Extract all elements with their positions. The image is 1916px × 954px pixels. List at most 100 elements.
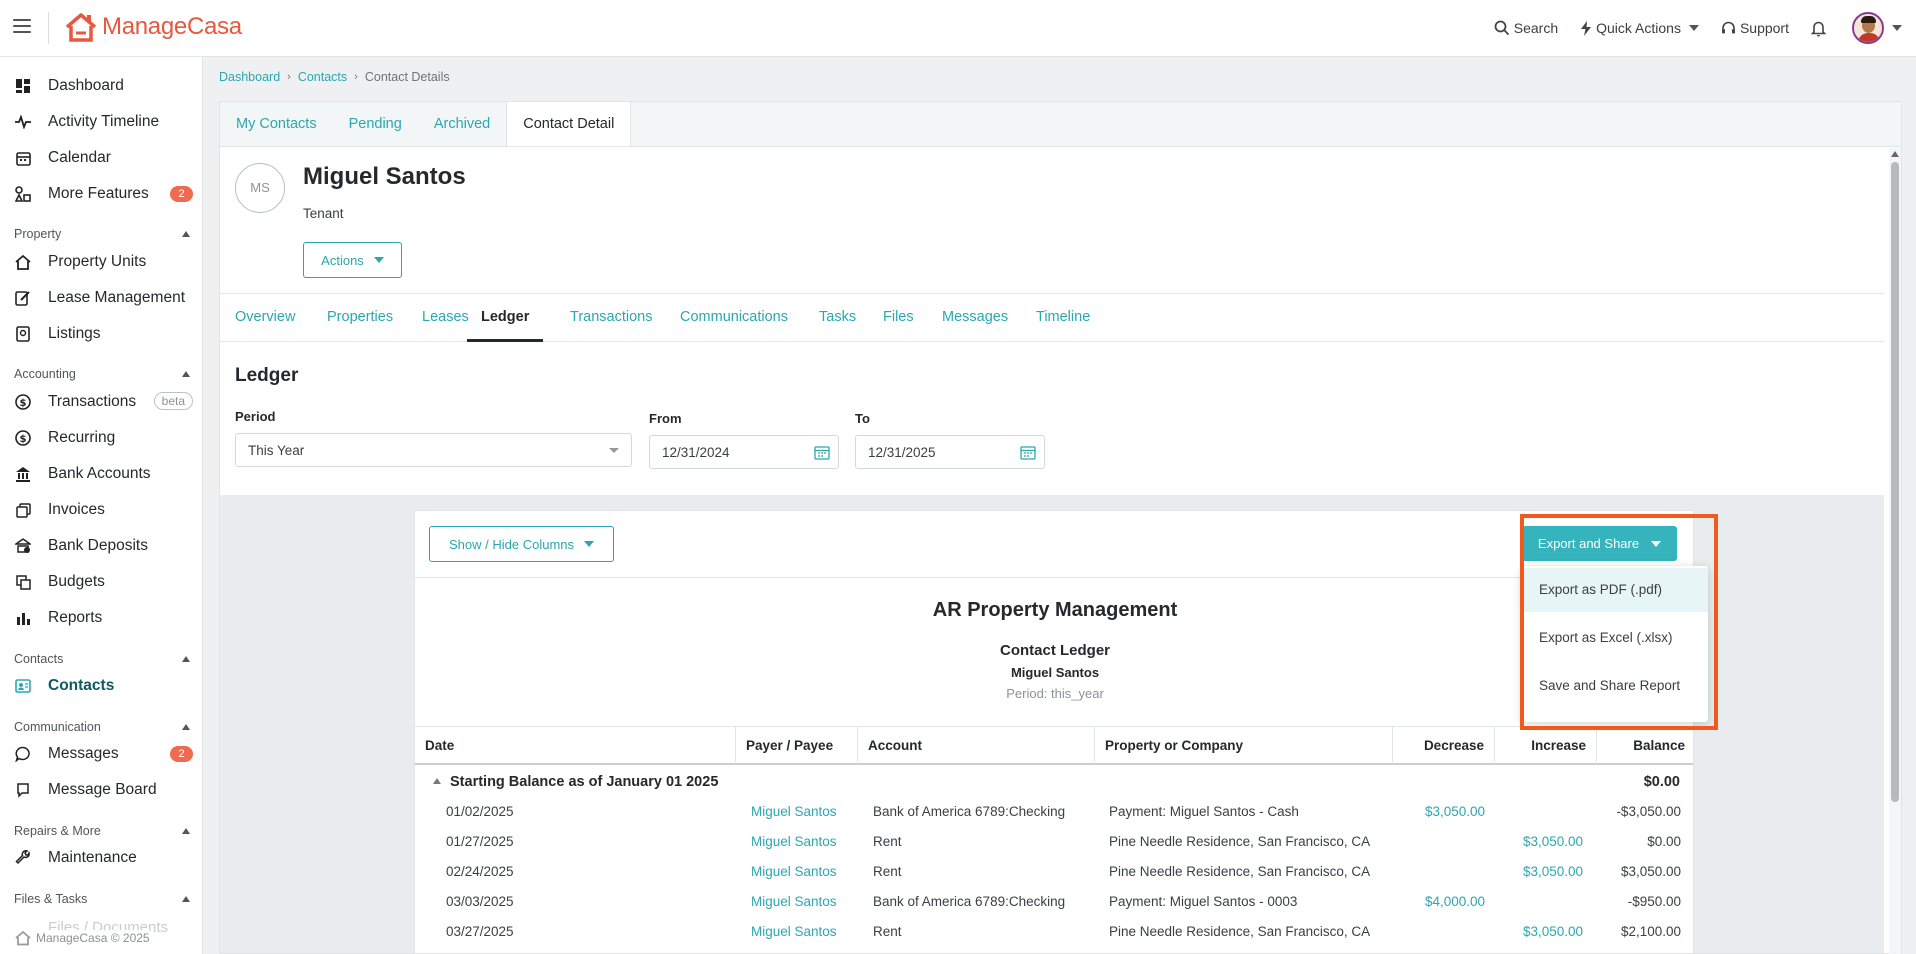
- breadcrumb-contacts[interactable]: Contacts: [298, 70, 347, 84]
- bar-chart-icon: [14, 609, 32, 627]
- sidebar-item-budgets[interactable]: Budgets: [0, 568, 202, 596]
- sidebar-group-property[interactable]: Property: [14, 227, 192, 241]
- cell-payee-link[interactable]: Miguel Santos: [751, 864, 837, 879]
- column-decrease[interactable]: Decrease: [1393, 727, 1495, 764]
- sidebar-item-recurring[interactable]: $ Recurring: [0, 424, 202, 452]
- sidebar-item-reports[interactable]: Reports: [0, 604, 202, 632]
- tab-overview[interactable]: Overview: [235, 294, 295, 342]
- cell-payee-link[interactable]: Miguel Santos: [751, 924, 837, 939]
- sidebar-group-contacts[interactable]: Contacts: [14, 652, 192, 666]
- tab-communications[interactable]: Communications: [680, 294, 788, 342]
- search-link[interactable]: Search: [1494, 20, 1558, 36]
- column-date[interactable]: Date: [415, 727, 736, 764]
- scrollbar[interactable]: [1889, 148, 1901, 954]
- sidebar-item-lease-management[interactable]: Lease Management: [0, 284, 202, 312]
- period-select[interactable]: This Year: [235, 433, 632, 467]
- sidebar-item-calendar[interactable]: Calendar: [0, 144, 202, 172]
- sidebar-group-repairs[interactable]: Repairs & More: [14, 824, 192, 838]
- cell-property: Pine Needle Residence, San Francisco, CA: [1109, 864, 1371, 879]
- sidebar-item-messages[interactable]: Messages 2: [0, 740, 202, 768]
- user-avatar[interactable]: [1852, 12, 1884, 44]
- notifications-button[interactable]: [1811, 20, 1830, 37]
- cell-decrease[interactable]: $3,050.00: [1425, 804, 1485, 819]
- export-and-share-button[interactable]: Export and Share: [1522, 526, 1677, 561]
- beta-badge: beta: [153, 392, 193, 410]
- sidebar-item-label: Maintenance: [48, 849, 137, 866]
- tab-files[interactable]: Files: [883, 294, 914, 342]
- contact-sub-tabs: Overview Properties Leases Ledger Transa…: [220, 293, 1884, 342]
- group-label: Repairs & More: [14, 824, 101, 838]
- column-increase[interactable]: Increase: [1495, 727, 1597, 764]
- sidebar-group-communication[interactable]: Communication: [14, 720, 192, 734]
- chevron-down-icon[interactable]: [1892, 25, 1902, 31]
- app-logo[interactable]: ManageCasa: [64, 10, 242, 44]
- cell-increase[interactable]: $3,050.00: [1523, 834, 1583, 849]
- column-payer-payee[interactable]: Payer / Payee: [736, 727, 858, 764]
- table-row: 03/27/2025 Miguel Santos Rent Pine Needl…: [415, 917, 1693, 947]
- scrollbar-thumb[interactable]: [1891, 162, 1899, 802]
- tab-my-contacts[interactable]: My Contacts: [220, 102, 333, 147]
- bell-icon: [1811, 21, 1826, 36]
- column-account[interactable]: Account: [858, 727, 1095, 764]
- tab-timeline[interactable]: Timeline: [1036, 294, 1090, 342]
- sidebar-item-transactions[interactable]: $ Transactions beta: [0, 388, 202, 416]
- sidebar-item-label: Bank Accounts: [48, 465, 151, 482]
- sidebar-item-bank-deposits[interactable]: Bank Deposits: [0, 532, 202, 560]
- headset-icon: [1721, 21, 1735, 33]
- sidebar-item-label: Recurring: [48, 429, 116, 446]
- cell-balance: $0.00: [1647, 834, 1681, 849]
- cell-payee-link[interactable]: Miguel Santos: [751, 834, 837, 849]
- sidebar-group-files[interactable]: Files & Tasks: [14, 892, 192, 906]
- sidebar-item-maintenance[interactable]: Maintenance: [0, 844, 202, 872]
- actions-button[interactable]: Actions: [303, 242, 402, 278]
- cell-increase[interactable]: $3,050.00: [1523, 924, 1583, 939]
- column-property[interactable]: Property or Company: [1095, 727, 1393, 764]
- sidebar-item-activity-timeline[interactable]: Activity Timeline: [0, 108, 202, 136]
- bank-icon: [14, 465, 32, 483]
- from-date-input[interactable]: 12/31/2024: [649, 435, 839, 469]
- tab-pending[interactable]: Pending: [333, 102, 418, 147]
- cell-balance: $2,100.00: [1620, 924, 1681, 939]
- sidebar-item-invoices[interactable]: Invoices: [0, 496, 202, 524]
- sidebar-item-property-units[interactable]: Property Units: [0, 248, 202, 276]
- quick-actions-label: Quick Actions: [1596, 20, 1681, 36]
- show-hide-columns-label: Show / Hide Columns: [449, 536, 574, 552]
- tab-tasks[interactable]: Tasks: [819, 294, 856, 342]
- sidebar-group-accounting[interactable]: Accounting: [14, 367, 192, 381]
- starting-balance-row[interactable]: Starting Balance as of January 01 2025 $…: [415, 767, 1693, 797]
- tab-messages[interactable]: Messages: [942, 294, 1008, 342]
- to-date-input[interactable]: 12/31/2025: [855, 435, 1045, 469]
- sidebar-item-message-board[interactable]: Message Board: [0, 776, 202, 804]
- export-pdf-option[interactable]: Export as PDF (.pdf): [1522, 568, 1708, 612]
- svg-text:$: $: [20, 398, 27, 409]
- scroll-up-icon[interactable]: [1891, 151, 1899, 157]
- calendar-icon[interactable]: [814, 445, 830, 460]
- sidebar-item-bank-accounts[interactable]: Bank Accounts: [0, 460, 202, 488]
- tab-archived[interactable]: Archived: [418, 102, 506, 147]
- tab-transactions[interactable]: Transactions: [570, 294, 652, 342]
- calendar-icon[interactable]: [1020, 445, 1036, 460]
- tab-leases[interactable]: Leases: [422, 294, 469, 342]
- breadcrumb-dashboard[interactable]: Dashboard: [219, 70, 280, 84]
- sidebar-item-contacts[interactable]: Contacts: [0, 672, 202, 700]
- period-label: Period: [235, 409, 276, 424]
- cell-payee-link[interactable]: Miguel Santos: [751, 804, 837, 819]
- show-hide-columns-button[interactable]: Show / Hide Columns: [429, 526, 614, 562]
- save-share-report-option[interactable]: Save and Share Report: [1522, 664, 1708, 708]
- tab-ledger[interactable]: Ledger: [467, 294, 544, 342]
- export-excel-option[interactable]: Export as Excel (.xlsx): [1522, 616, 1708, 660]
- quick-actions-menu[interactable]: Quick Actions: [1580, 20, 1699, 36]
- cell-decrease[interactable]: $4,000.00: [1425, 894, 1485, 909]
- tab-contact-detail[interactable]: Contact Detail: [506, 102, 632, 148]
- sidebar-item-more-features[interactable]: More Features 2: [0, 180, 202, 208]
- cell-payee-link[interactable]: Miguel Santos: [751, 894, 837, 909]
- column-balance[interactable]: Balance: [1597, 727, 1693, 764]
- cell-increase[interactable]: $3,050.00: [1523, 864, 1583, 879]
- cell-date: 03/27/2025: [446, 924, 514, 939]
- menu-icon[interactable]: [13, 19, 31, 33]
- support-link[interactable]: Support: [1721, 20, 1789, 36]
- sidebar-item-dashboard[interactable]: Dashboard: [0, 72, 202, 100]
- collapse-icon[interactable]: [433, 778, 441, 784]
- sidebar-item-listings[interactable]: Listings: [0, 320, 202, 348]
- tab-properties[interactable]: Properties: [327, 294, 393, 342]
